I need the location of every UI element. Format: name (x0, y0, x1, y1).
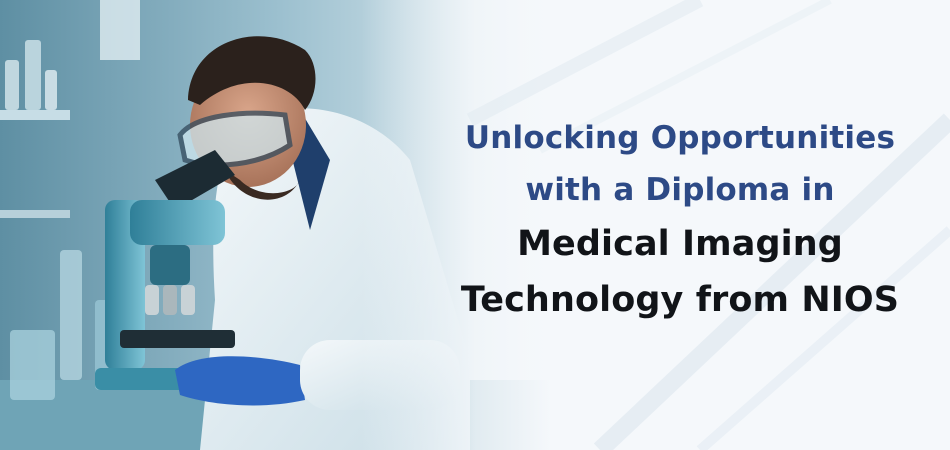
headline-line-2: with a Diploma in (525, 172, 835, 208)
headline-line-3: Medical Imaging (517, 224, 843, 264)
headline-line-1: Unlocking Opportunities (464, 120, 896, 156)
headline-line-4: Technology from NIOS (460, 280, 900, 320)
headline: Unlocking Opportunities with a Diploma i… (440, 112, 920, 328)
hero-banner: Unlocking Opportunities with a Diploma i… (0, 0, 950, 450)
